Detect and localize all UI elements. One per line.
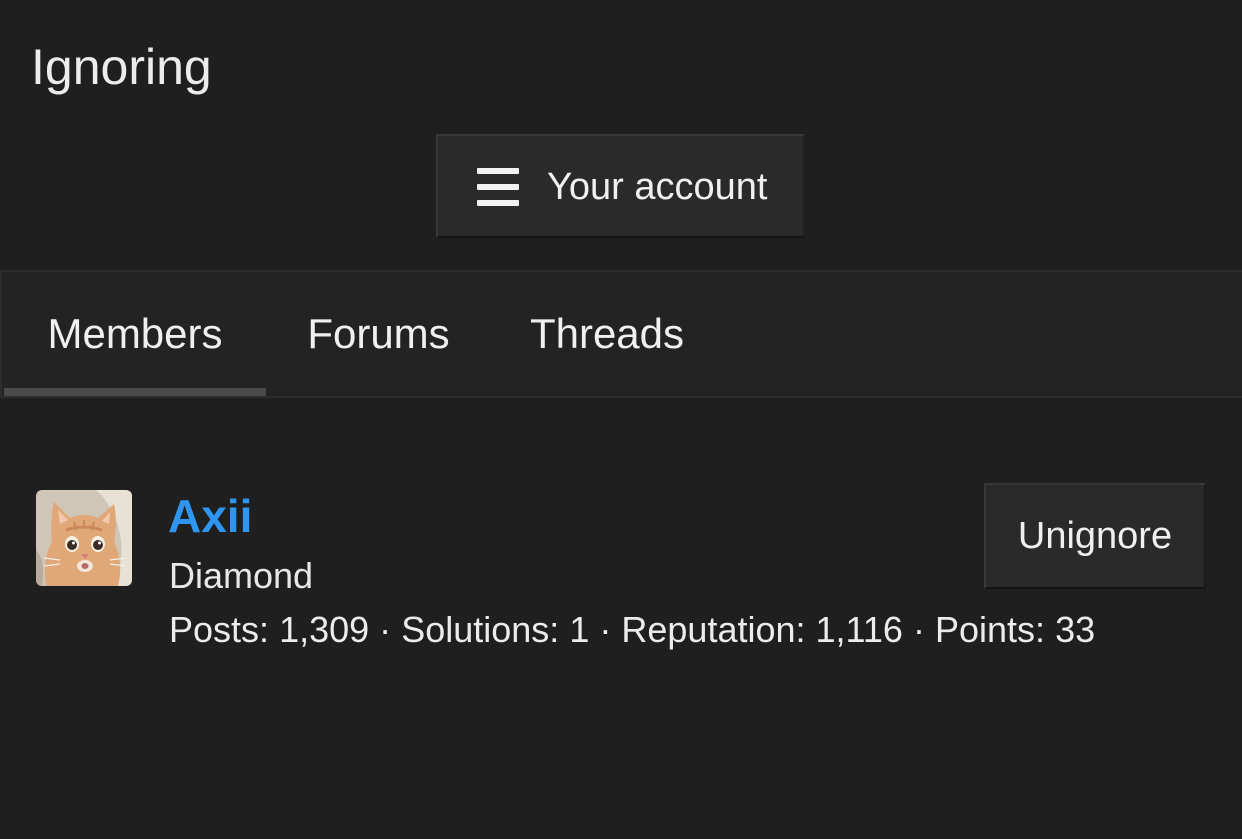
solutions-label: Solutions:	[401, 609, 560, 650]
reputation-label: Reputation:	[621, 609, 806, 650]
points-count[interactable]: 33	[1055, 609, 1095, 650]
stats-separator: ·	[599, 609, 612, 650]
solutions-count: 1	[569, 609, 590, 650]
points-label: Points:	[934, 609, 1046, 650]
tab-threads[interactable]: Threads	[491, 272, 723, 396]
tab-members[interactable]: Members	[4, 272, 266, 396]
stats-separator: ·	[912, 609, 925, 650]
cat-avatar-image	[36, 490, 132, 586]
active-tab-indicator	[4, 388, 266, 396]
posts-label: Posts:	[169, 609, 270, 650]
hamburger-icon	[477, 168, 519, 206]
ignored-member-row: Axii Diamond Posts: 1,309 · Solutions: 1…	[0, 470, 1242, 670]
stats-separator: ·	[379, 609, 392, 650]
reputation-count: 1,116	[815, 609, 903, 650]
your-account-label: Your account	[547, 166, 768, 208]
posts-count[interactable]: 1,309	[279, 609, 369, 650]
member-stats: Posts: 1,309 · Solutions: 1 · Reputation…	[169, 608, 1095, 652]
your-account-button[interactable]: Your account	[436, 134, 805, 238]
member-name-link[interactable]: Axii	[168, 488, 252, 544]
page-title: Ignoring	[31, 39, 212, 95]
cat-avatar[interactable]	[36, 490, 132, 586]
tab-bar: Members Forums Threads	[0, 270, 1242, 398]
unignore-button[interactable]: Unignore	[984, 483, 1206, 589]
tab-forums[interactable]: Forums	[266, 272, 491, 396]
member-user-title: Diamond	[169, 555, 314, 596]
